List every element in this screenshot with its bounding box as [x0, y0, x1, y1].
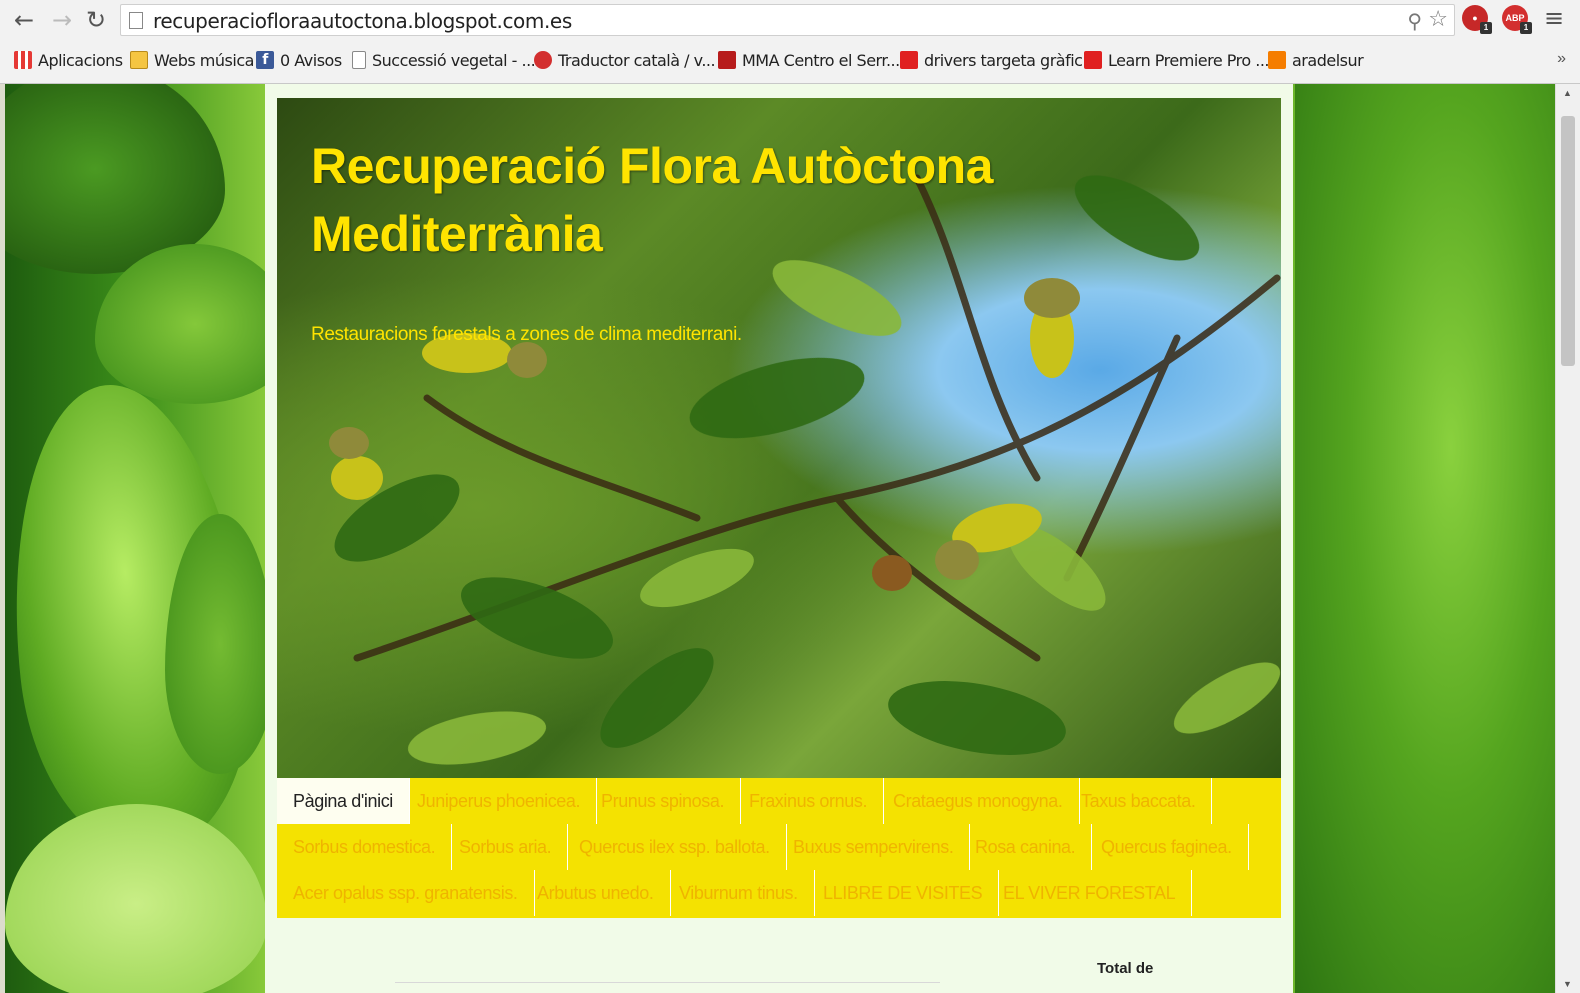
- bookmarks-bar: Aplicacions Webs música f0 Avisos Succes…: [0, 42, 1580, 78]
- header-image: Recuperació Flora Autòctona Mediterrània…: [277, 98, 1281, 778]
- bookmark-webs-musica[interactable]: Webs música: [130, 48, 254, 72]
- bookmark-traductor[interactable]: Traductor català / v...: [534, 48, 716, 72]
- page-icon: [352, 51, 366, 69]
- tab-taxus-baccata[interactable]: Taxus baccata.: [1065, 778, 1213, 824]
- browser-toolbar: ← → ↻ recuperaciofloraautoctona.blogspot…: [0, 0, 1580, 84]
- tab-viburnum-tinus[interactable]: Viburnum tinus.: [663, 870, 815, 916]
- page-viewport: Recuperació Flora Autòctona Mediterrània…: [5, 84, 1555, 993]
- background-leaves-image: [5, 84, 295, 993]
- scroll-down-arrow-icon[interactable]: ▼: [1563, 979, 1572, 989]
- bookmark-avisos[interactable]: f0 Avisos: [256, 48, 342, 72]
- mma-icon: [718, 51, 736, 69]
- tab-crataegus-monogyna[interactable]: Crataegus monogyna.: [877, 778, 1080, 824]
- tab-sorbus-aria[interactable]: Sorbus aria.: [443, 824, 569, 870]
- bookmark-mma[interactable]: MMA Centro el Serr...: [718, 48, 900, 72]
- background-gradient-right: [1295, 84, 1555, 993]
- apps-icon: [14, 51, 32, 69]
- tab-llibre-de-visites[interactable]: LLIBRE DE VISITES: [807, 870, 1000, 916]
- chrome-menu-icon[interactable]: ≡: [1544, 4, 1564, 32]
- tab-sorbus-domestica[interactable]: Sorbus domestica.: [277, 824, 453, 870]
- forward-arrow-icon[interactable]: →: [48, 6, 76, 34]
- bookmark-star-icon[interactable]: ☆: [1428, 7, 1448, 32]
- address-bar[interactable]: recuperaciofloraautoctona.blogspot.com.e…: [120, 4, 1455, 36]
- bookmark-successio-vegetal[interactable]: Successió vegetal - ...: [352, 48, 536, 72]
- tab-quercus-faginea[interactable]: Quercus faginea.: [1085, 824, 1249, 870]
- adblock-plus-icon[interactable]: ABP 1: [1502, 5, 1532, 34]
- vertical-scrollbar[interactable]: ▲ ▼: [1555, 84, 1580, 993]
- blog-description: Restauracions forestals a zones de clima…: [311, 324, 742, 345]
- adobe-icon: [1084, 51, 1102, 69]
- facebook-icon: f: [256, 51, 274, 69]
- bookmark-drivers[interactable]: drivers targeta gràfic...: [900, 48, 1097, 72]
- back-arrow-icon[interactable]: ←: [10, 6, 38, 34]
- adobe-icon: [900, 51, 918, 69]
- tab-pagina-inici[interactable]: Pàgina d'inici: [277, 778, 410, 824]
- tab-fraxinus-ornus[interactable]: Fraxinus ornus.: [733, 778, 885, 824]
- zoom-icon[interactable]: ⚲: [1407, 9, 1422, 33]
- bookmark-aplicacions[interactable]: Aplicacions: [14, 48, 123, 72]
- sidebar-heading: Total de: [1097, 960, 1154, 977]
- pages-tab-bar: Pàgina d'inici Juniperus phoenicea. Prun…: [277, 778, 1281, 918]
- extension-red-icon[interactable]: ● 1: [1462, 5, 1492, 34]
- more-bookmarks-icon[interactable]: »: [1557, 50, 1566, 68]
- post-divider: [395, 982, 940, 990]
- tab-juniperus-phoenicea[interactable]: Juniperus phoenicea.: [401, 778, 598, 824]
- tab-prunus-spinosa[interactable]: Prunus spinosa.: [585, 778, 742, 824]
- blog-container: Recuperació Flora Autòctona Mediterrània…: [265, 84, 1293, 993]
- folder-icon: [130, 51, 148, 69]
- tab-quercus-ilex[interactable]: Quercus ilex ssp. ballota.: [563, 824, 787, 870]
- page-icon: [129, 12, 143, 29]
- tab-buxus-sempervirens[interactable]: Buxus sempervirens.: [777, 824, 971, 870]
- sd-icon: [534, 51, 552, 69]
- scrollbar-thumb[interactable]: [1561, 116, 1575, 366]
- reload-icon[interactable]: ↻: [82, 6, 110, 34]
- tab-rosa-canina[interactable]: Rosa canina.: [959, 824, 1093, 870]
- url-text[interactable]: recuperaciofloraautoctona.blogspot.com.e…: [153, 9, 572, 33]
- blog-title[interactable]: Recuperació Flora Autòctona Mediterrània: [311, 132, 1031, 268]
- tab-acer-opalus[interactable]: Acer opalus ssp. granatensis.: [277, 870, 535, 916]
- tab-arbutus-unedo[interactable]: Arbutus unedo.: [521, 870, 671, 916]
- scroll-up-arrow-icon[interactable]: ▲: [1563, 88, 1572, 98]
- tab-el-viver-forestal[interactable]: EL VIVER FORESTAL: [987, 870, 1193, 916]
- bookmark-aradelsur[interactable]: aradelsur: [1268, 48, 1364, 72]
- blogger-icon: [1268, 51, 1286, 69]
- bookmark-learn-premiere[interactable]: Learn Premiere Pro ...: [1084, 48, 1270, 72]
